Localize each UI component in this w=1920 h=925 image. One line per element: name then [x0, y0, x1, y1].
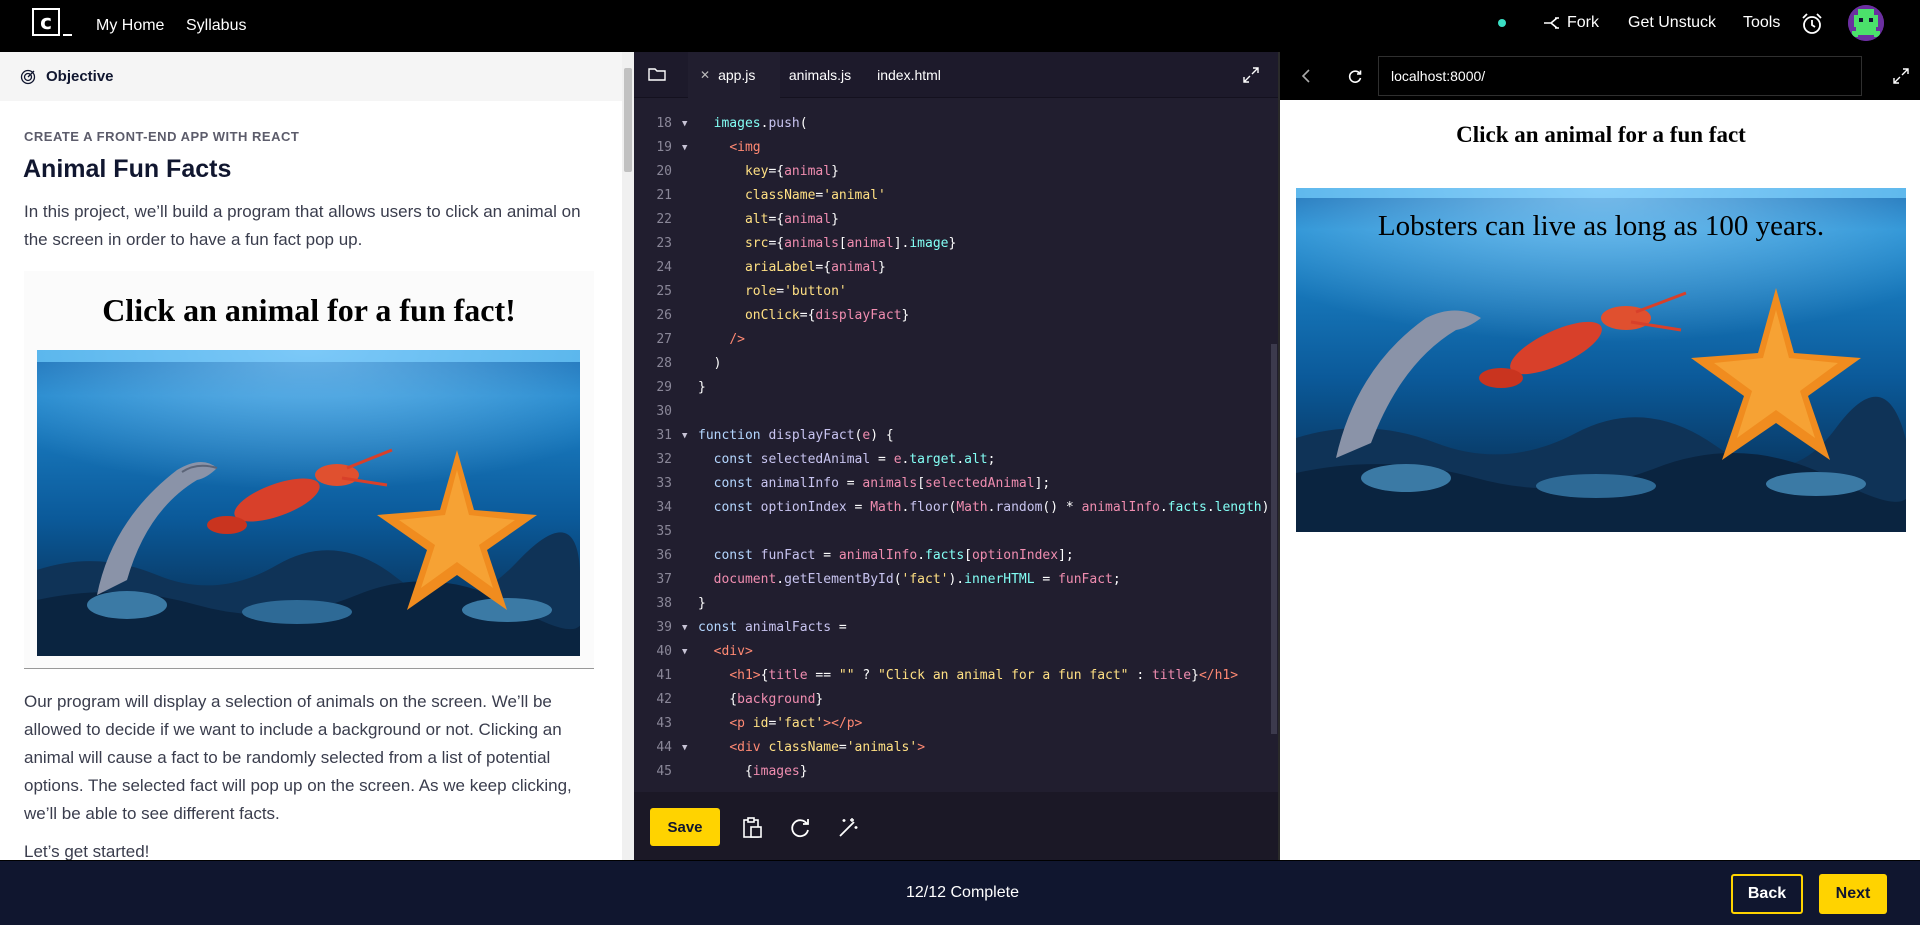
user-avatar[interactable] — [1848, 5, 1884, 41]
browser-url-bar — [1280, 52, 1920, 100]
code-line: 33 const animalInfo = animals[selectedAn… — [656, 476, 1051, 491]
reload-icon[interactable] — [1346, 67, 1364, 85]
code-line: 39 ▼ const animalFacts = — [656, 620, 847, 635]
connection-status-dot — [1498, 19, 1506, 27]
progress-status: 12/12 Complete — [906, 884, 1019, 901]
tools-button[interactable]: Tools — [1743, 0, 1780, 46]
ocean-animals-illustration — [37, 350, 580, 656]
lesson-panel: Objective CREATE A FRONT-END APP WITH RE… — [0, 52, 634, 860]
code-area[interactable]: 18 ▼ images.push( 19 ▼ <img 20 key={animal… — [634, 98, 1270, 792]
logo-underscore — [63, 34, 72, 36]
code-line: 37 document.getElementById('fact').inner… — [656, 572, 1121, 587]
fork-label: Fork — [1567, 14, 1599, 31]
ocean-scene-image — [37, 350, 580, 656]
code-line: 28 ) — [656, 356, 722, 371]
close-tab-icon[interactable]: ✕ — [700, 68, 710, 82]
expand-editor-icon[interactable] — [1242, 66, 1260, 84]
code-line: 20 key={animal} — [656, 164, 839, 179]
code-line: 26 onClick={displayFact} — [656, 308, 910, 323]
code-line: 22 alt={animal} — [656, 212, 839, 227]
code-line: 32 const selectedAnimal = e.target.alt; — [656, 452, 996, 467]
lesson-scrollbar-thumb[interactable] — [624, 68, 632, 172]
intro-paragraph: In this project, we’ll build a program t… — [24, 202, 581, 249]
code-line: 38} — [656, 596, 706, 611]
code-editor-panel: ✕ app.js animals.js index.html 18 ▼ image… — [634, 52, 1278, 860]
logo-letter: c — [40, 10, 52, 34]
back-button[interactable]: Back — [1731, 874, 1803, 914]
fork-icon — [1544, 17, 1559, 29]
target-icon — [20, 69, 36, 84]
code-line: 19 ▼ <img — [656, 140, 761, 155]
editor-scrollbar[interactable] — [1270, 98, 1278, 792]
back-arrow-icon[interactable] — [1298, 67, 1316, 85]
nav-my-home[interactable]: My Home — [96, 0, 164, 52]
app-heading: Click an animal for a fun fact — [1456, 122, 1746, 147]
reset-icon[interactable] — [788, 816, 812, 840]
code-line: 42 {background} — [656, 692, 824, 707]
editor-scrollbar-thumb[interactable] — [1271, 344, 1277, 734]
bottom-progress-bar: 12/12 Complete Back Next — [0, 860, 1920, 924]
code-line: 25 role='button' — [656, 284, 847, 299]
ocean-background: Lobsters can live as long as 100 years. — [1296, 188, 1906, 532]
expand-browser-icon[interactable] — [1892, 67, 1910, 85]
magic-wand-icon[interactable] — [836, 816, 860, 840]
code-line: 23 src={animals[animal].image} — [656, 236, 957, 251]
code-line: 18 ▼ images.push( — [656, 116, 808, 131]
url-input[interactable] — [1378, 56, 1862, 96]
body-paragraph: Our program will display a selection of … — [24, 692, 572, 823]
next-button[interactable]: Next — [1819, 874, 1887, 914]
code-line: 45 {images} — [656, 764, 808, 779]
code-line: 24 ariaLabel={animal} — [656, 260, 886, 275]
clipboard-icon[interactable] — [740, 816, 764, 840]
codecademy-logo[interactable]: c — [32, 8, 60, 36]
code-line: 27 /> — [656, 332, 745, 347]
folder-icon[interactable] — [648, 66, 666, 82]
code-line: 40 ▼ <div> — [656, 644, 753, 659]
tab-animals-js[interactable]: animals.js — [775, 52, 865, 98]
save-button[interactable]: Save — [650, 808, 720, 846]
preview-heading: Click an animal for a fun fact! — [102, 292, 516, 328]
code-line: 44 ▼ <div className='animals'> — [656, 740, 926, 755]
code-line: 29} — [656, 380, 706, 395]
pixel-avatar-icon — [1848, 5, 1884, 41]
code-line: 35 — [656, 524, 672, 539]
code-line: 30 — [656, 404, 672, 419]
lesson-scrollbar[interactable] — [622, 52, 634, 860]
code-line: 34 const optionIndex = Math.floor(Math.r… — [656, 500, 1270, 515]
body-paragraph-continued: Let’s get started! — [24, 842, 150, 860]
browser-preview-panel: Click an animal for a fun fact — [1278, 52, 1920, 860]
alarm-clock-icon[interactable] — [1800, 12, 1824, 36]
objective-label: Objective — [46, 68, 114, 85]
code-line: 36 const funFact = animalInfo.facts[opti… — [656, 548, 1074, 563]
code-line: 21 className='animal' — [656, 188, 886, 203]
tab-label: app.js — [718, 67, 756, 83]
code-line: 41 <h1>{title == "" ? "Click an animal f… — [656, 668, 1239, 683]
code-line: 43 <p id='fact'></p> — [656, 716, 863, 731]
objective-header[interactable]: Objective — [0, 52, 622, 101]
top-navigation-bar: c My Home Syllabus Fork Get Unstuck Tool… — [0, 0, 1920, 52]
project-eyebrow: CREATE A FRONT-END APP WITH REACT — [24, 129, 300, 144]
fun-fact-text: Lobsters can live as long as 100 years. — [1377, 210, 1825, 242]
tab-index-html[interactable]: index.html — [859, 52, 959, 98]
nav-syllabus[interactable]: Syllabus — [186, 0, 246, 52]
editor-footer: Save — [634, 792, 1278, 860]
tab-app-js[interactable]: ✕ app.js — [688, 52, 780, 98]
project-title: Animal Fun Facts — [23, 155, 232, 183]
editor-tab-bar: ✕ app.js animals.js index.html — [634, 52, 1278, 98]
fork-button[interactable]: Fork — [1543, 0, 1599, 46]
code-line: 31 ▼ function displayFact(e) { — [656, 428, 894, 443]
get-unstuck-button[interactable]: Get Unstuck — [1628, 0, 1716, 46]
